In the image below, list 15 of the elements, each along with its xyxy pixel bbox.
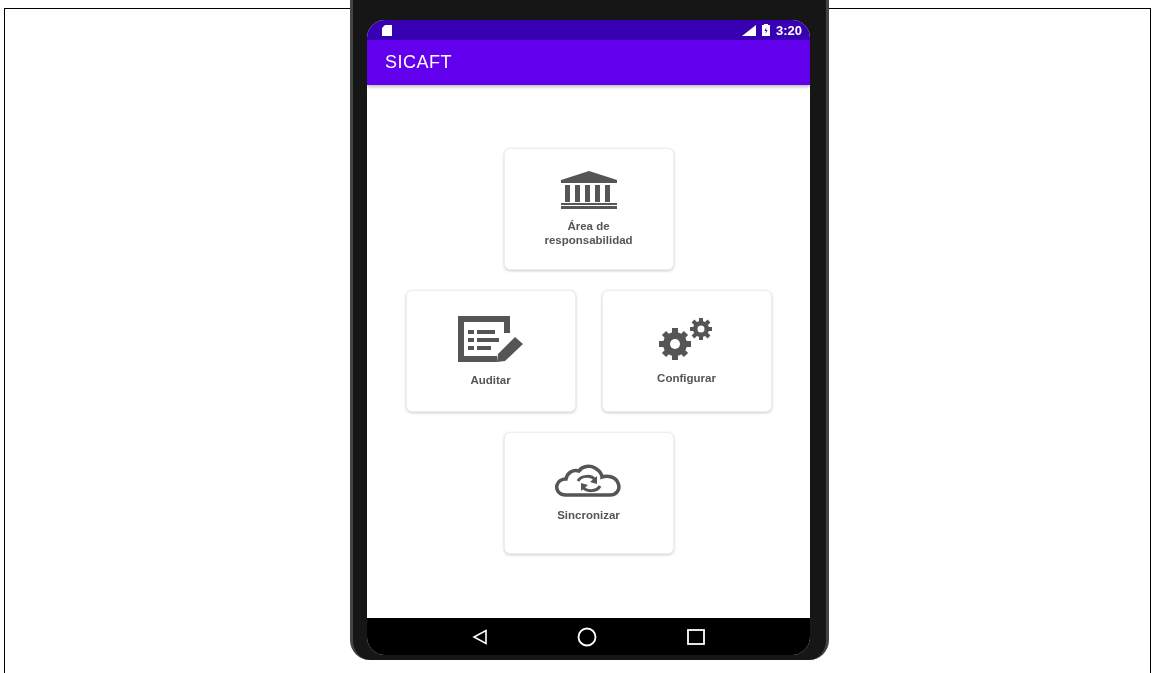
menu-tile[interactable]: Configurar (601, 290, 772, 412)
back-icon[interactable] (471, 628, 488, 645)
menu-tile[interactable]: Auditar (405, 290, 576, 412)
sd-card-icon (382, 24, 392, 36)
clock-time: 3:20 (775, 22, 802, 38)
document-pencil-icon (456, 315, 525, 363)
cloud-sync-icon (553, 464, 624, 498)
app-title: SICAFT (385, 52, 452, 73)
recents-icon[interactable] (687, 628, 706, 645)
menu-tile[interactable]: Área de responsabilidad (503, 148, 674, 270)
menu-tile[interactable]: Sincronizar (503, 432, 674, 554)
signal-icon (741, 24, 756, 36)
battery-icon (761, 24, 770, 36)
home-icon[interactable] (577, 626, 598, 647)
building-icon (559, 171, 618, 209)
